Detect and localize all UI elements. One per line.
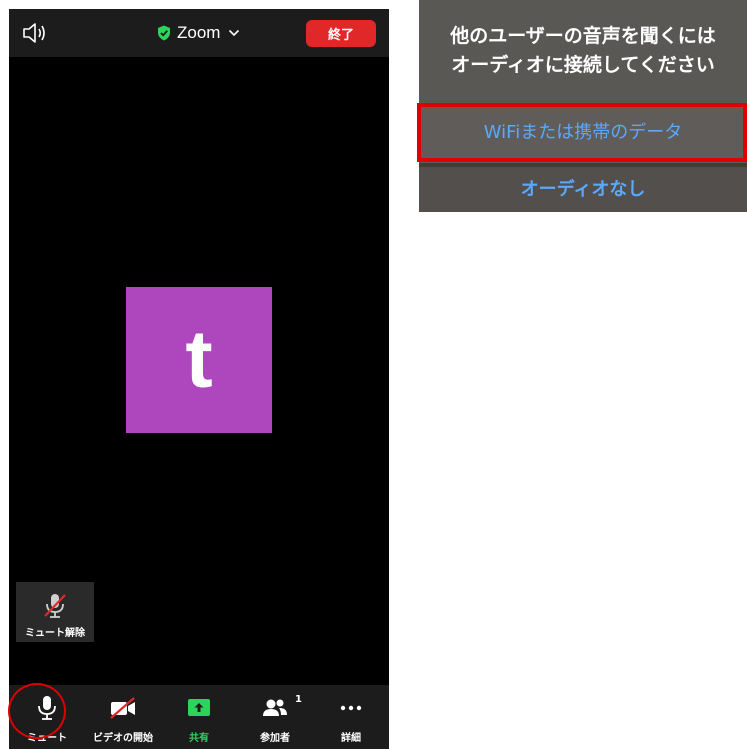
more-dots-icon [340,705,362,711]
meeting-title[interactable]: Zoom [157,19,240,47]
bottom-toolbar: ミュート ビデオの開始 共有 1 参加者 詳細 [9,685,389,749]
chevron-down-icon [229,29,240,37]
dialog-title-line1: 他のユーザーの音声を聞くには [450,25,716,47]
video-off-icon [110,697,135,719]
speaker-icon[interactable] [21,22,47,44]
wifi-option-highlight-box [417,103,747,162]
participants-count-badge: 1 [295,694,302,705]
self-video-tile[interactable]: ミュート解除 [16,582,94,642]
participants-icon [263,699,287,716]
more-label: 詳細 [341,733,361,744]
no-audio-option[interactable]: オーディオなし [419,167,747,212]
mute-highlight-circle [8,683,66,739]
start-video-button[interactable]: ビデオの開始 [85,685,161,749]
participant-avatar: t [126,287,272,433]
dialog-title: 他のユーザーの音声を聞くには オーディオに接続してください [419,22,747,80]
share-button[interactable]: 共有 [161,685,237,749]
unmute-tile-label: ミュート解除 [25,628,85,639]
meeting-screen: Zoom 終了 t ミュート解除 ミュート ビデオの開始 共有 1 参加者 詳細 [9,9,389,749]
share-label: 共有 [189,733,209,744]
end-button[interactable]: 終了 [306,20,376,47]
meeting-title-text: Zoom [177,23,221,42]
dialog-title-line2: オーディオに接続してください [451,54,715,76]
share-screen-icon [188,699,210,716]
participants-label: 参加者 [260,733,290,744]
top-bar: Zoom 終了 [9,9,389,57]
start-video-label: ビデオの開始 [93,733,153,744]
mic-muted-icon [44,594,66,618]
more-button[interactable]: 詳細 [313,685,389,749]
shield-check-icon [158,25,170,41]
participants-button[interactable]: 1 参加者 [237,685,313,749]
